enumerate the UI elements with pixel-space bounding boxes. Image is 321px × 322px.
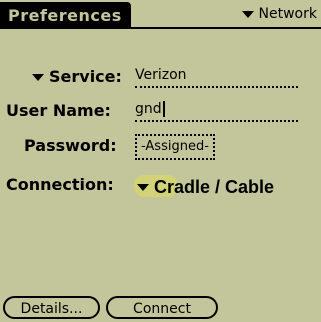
title-divider: [0, 27, 321, 29]
service-field: Verizon: [135, 64, 298, 88]
service-value: Verizon: [135, 67, 187, 83]
username-field[interactable]: gnd: [135, 98, 298, 122]
connection-picker[interactable]: Cradle / Cable: [137, 174, 274, 200]
connect-button[interactable]: Connect: [106, 296, 218, 319]
service-label: Service:: [49, 67, 122, 86]
panel-picker-label: Network: [258, 6, 317, 22]
text-cursor: [162, 101, 165, 117]
username-value: gnd: [135, 101, 162, 117]
dropdown-arrow-icon: [241, 10, 254, 18]
password-selector[interactable]: -Assigned-: [135, 134, 215, 160]
panel-picker[interactable]: Network: [241, 4, 317, 24]
connection-dropdown-icon: [137, 183, 149, 191]
service-picker[interactable]: Service:: [32, 64, 122, 90]
service-dropdown-icon: [32, 73, 44, 81]
username-label: User Name:: [6, 101, 111, 120]
app-title: Preferences: [0, 2, 131, 29]
password-label: Password:: [24, 136, 117, 155]
palm-screen: Preferences Network Service: Verizon Use…: [0, 0, 321, 322]
details-button[interactable]: Details...: [3, 296, 100, 319]
connection-label: Connection:: [6, 175, 114, 194]
connection-value: Cradle / Cable: [154, 176, 275, 197]
